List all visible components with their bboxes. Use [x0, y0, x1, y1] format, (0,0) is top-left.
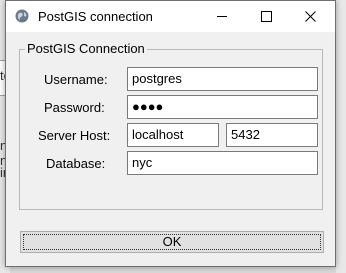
password-field[interactable]: ●●●●	[127, 95, 318, 119]
username-field[interactable]: postgres	[127, 67, 318, 91]
username-label: Username:	[44, 72, 108, 87]
window-title: PostGIS connection	[38, 9, 153, 24]
background-window-right	[336, 0, 346, 273]
globe-icon	[15, 9, 29, 23]
title-bar[interactable]: PostGIS connection	[6, 1, 335, 32]
database-field[interactable]: nyc	[127, 151, 318, 175]
database-label: Database:	[46, 156, 106, 171]
password-label: Password:	[44, 100, 105, 115]
server-host-field[interactable]: localhost	[127, 123, 219, 147]
maximize-button[interactable]	[244, 1, 288, 32]
close-button[interactable]	[288, 1, 332, 32]
minimize-button[interactable]	[200, 1, 244, 32]
maximize-icon	[261, 11, 272, 22]
postgis-connection-dialog: PostGIS connection PostGIS Connection Us…	[5, 0, 336, 267]
server-host-label: Server Host:	[38, 128, 111, 143]
groupbox-legend: PostGIS Connection	[25, 41, 147, 56]
port-field[interactable]: 5432	[226, 123, 318, 147]
ok-button[interactable]: OK	[20, 231, 324, 253]
close-icon	[305, 11, 316, 22]
minimize-icon	[217, 16, 227, 17]
